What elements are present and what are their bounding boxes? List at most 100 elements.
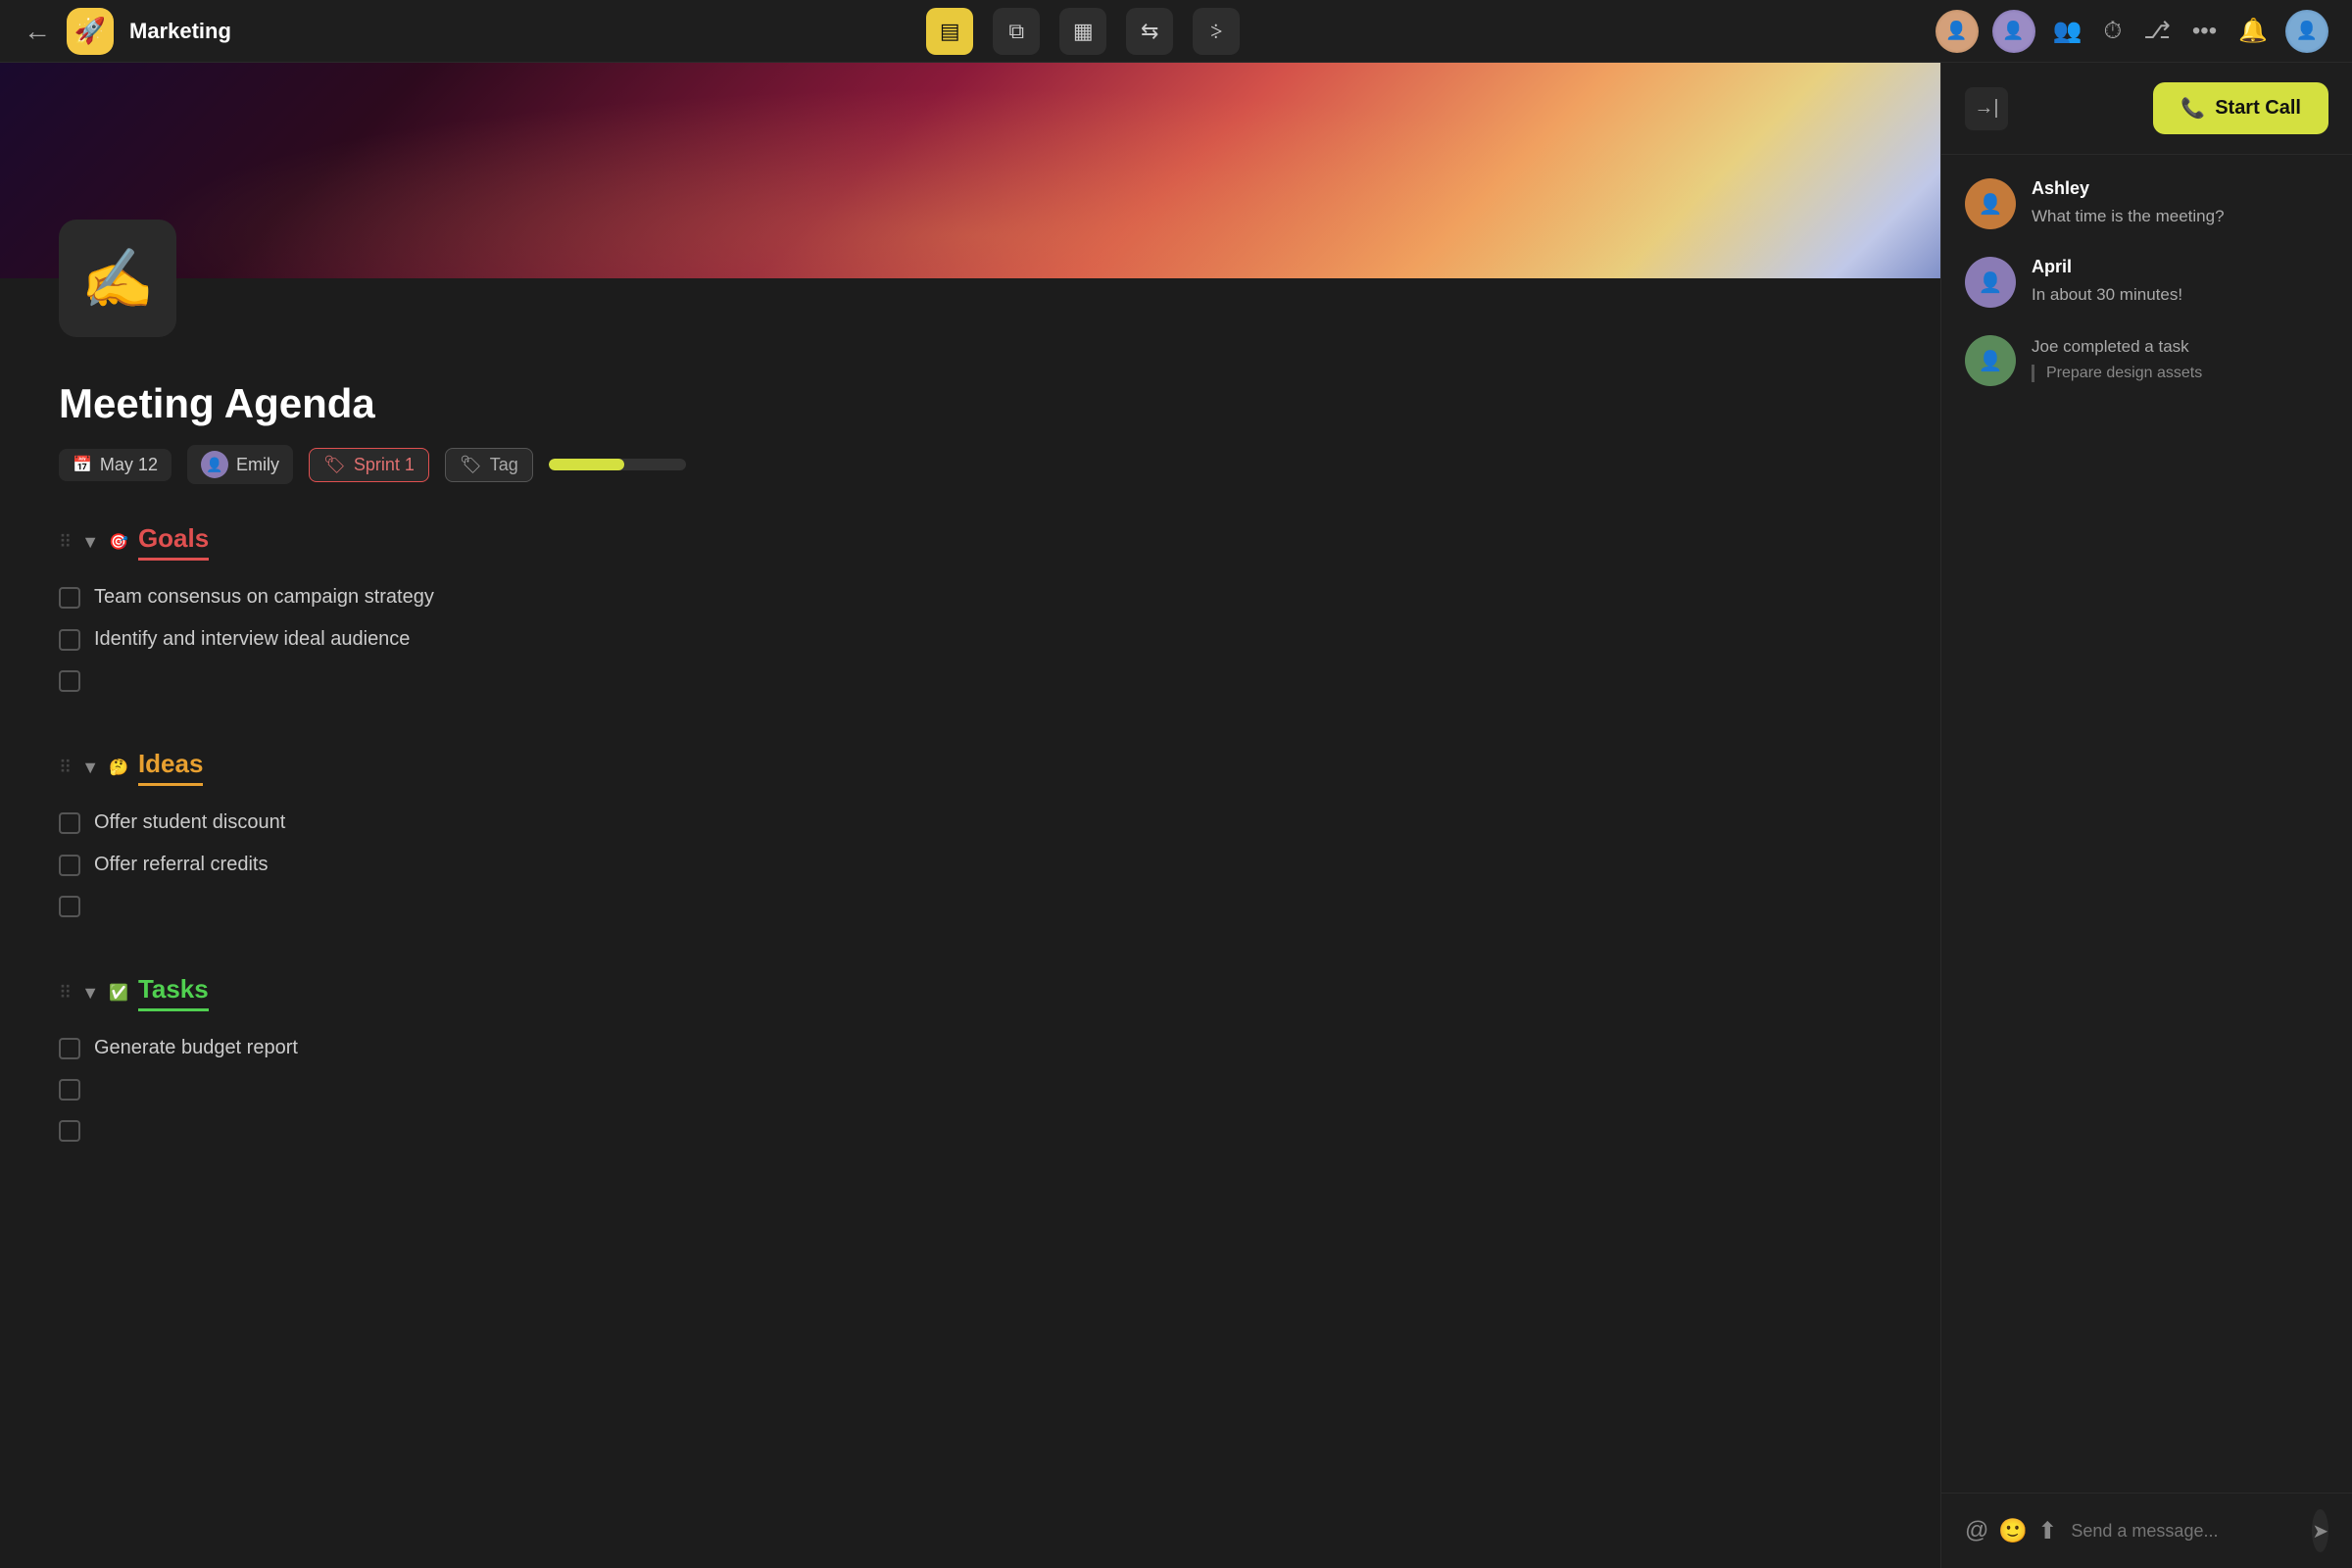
collapse-arrow-icon: →| [1974, 97, 1998, 120]
tag-meta[interactable]: 🏷 Tag [445, 448, 533, 482]
chat-completed-text: Joe completed a task [2032, 337, 2189, 356]
drag-handle-goals[interactable]: ⠿ [59, 532, 72, 553]
task-checkbox-3[interactable] [59, 670, 80, 692]
ideas-emoji: 🤔 [109, 758, 128, 777]
task-item [59, 1069, 1882, 1110]
assignee-meta[interactable]: 👤 Emily [187, 445, 293, 484]
app-title: Marketing [129, 19, 231, 44]
sprint-label: Sprint 1 [354, 455, 415, 475]
task-item: Team consensus on campaign strategy [59, 576, 1882, 618]
chat-topbar: →| 📞 Start Call [1941, 63, 2352, 155]
task-checkbox-5[interactable] [59, 855, 80, 876]
upload-icon[interactable]: ⬆ [2037, 1517, 2057, 1545]
toolbar-grid-view[interactable]: ▦ [1059, 8, 1106, 55]
task-checkbox-7[interactable] [59, 1038, 80, 1059]
section-tasks-header: ⠿ ▼ ✅ Tasks [59, 974, 1882, 1011]
chat-text-ashley: What time is the meeting? [2032, 205, 2328, 228]
chat-input-bar: @ 🙂 ⬆ ➤ [1965, 1509, 2328, 1552]
progress-bar [549, 459, 686, 470]
sprint-icon: 🏷 [323, 455, 346, 475]
chat-sidebar: →| 📞 Start Call 👤 Ashley What time is th… [1940, 63, 2352, 1568]
task-checkbox-1[interactable] [59, 587, 80, 609]
task-label-7: Generate budget report [94, 1037, 298, 1059]
send-icon: ➤ [2312, 1519, 2328, 1544]
start-call-label: Start Call [2215, 97, 2301, 120]
collapse-ideas[interactable]: ▼ [81, 758, 99, 778]
goals-title: Goals [138, 523, 209, 561]
task-item: Offer student discount [59, 802, 1882, 844]
hero-overlay [0, 63, 1940, 278]
current-user-avatar[interactable]: 👤 [2285, 10, 2328, 53]
task-checkbox-2[interactable] [59, 629, 80, 651]
page-content: ✍️ Meeting Agenda 📅 May 12 👤 Emily 🏷 Spr… [0, 63, 1940, 1568]
phone-icon: 📞 [2180, 96, 2205, 121]
drag-handle-ideas[interactable]: ⠿ [59, 758, 72, 778]
branch-icon[interactable]: ⎇ [2139, 13, 2175, 49]
toolbar-list-view[interactable]: ▤ [926, 8, 973, 55]
top-navbar: ← 🚀 Marketing ▤ ⧉ ▦ ⇆ ⸖ 👤 👤 👥 ⏱ ⎇ ••• 🔔 … [0, 0, 2352, 63]
chat-input-field[interactable] [2071, 1513, 2298, 1549]
section-ideas-header: ⠿ ▼ 🤔 Ideas [59, 749, 1882, 786]
task-checkbox-4[interactable] [59, 812, 80, 834]
chat-sender-ashley: Ashley [2032, 178, 2328, 199]
collapse-goals[interactable]: ▼ [81, 532, 99, 553]
goals-emoji: 🎯 [109, 532, 128, 552]
chat-message-body-april: April In about 30 minutes! [2032, 257, 2328, 307]
nav-right-controls: 👤 👤 👥 ⏱ ⎇ ••• 🔔 👤 [1936, 10, 2328, 53]
section-ideas: ⠿ ▼ 🤔 Ideas Offer student discount Offer… [59, 749, 1882, 927]
page-icon: ✍️ [59, 220, 176, 337]
task-label-1: Team consensus on campaign strategy [94, 586, 434, 609]
tasks-emoji: ✅ [109, 983, 128, 1003]
chat-message-ashley: 👤 Ashley What time is the meeting? [1965, 178, 2328, 229]
chat-task-reference: Prepare design assets [2032, 365, 2328, 382]
meta-date: May 12 [100, 455, 158, 475]
chat-message-body-joe: Joe completed a task Prepare design asse… [2032, 335, 2328, 382]
main-layout: ✍️ Meeting Agenda 📅 May 12 👤 Emily 🏷 Spr… [0, 63, 2352, 1568]
avatar-user1: 👤 [1936, 10, 1979, 53]
more-icon[interactable]: ••• [2188, 14, 2221, 49]
chat-message-april: 👤 April In about 30 minutes! [1965, 257, 2328, 308]
sprint-tag[interactable]: 🏷 Sprint 1 [309, 448, 429, 482]
task-label-4: Offer student discount [94, 811, 285, 834]
chat-messages: 👤 Ashley What time is the meeting? 👤 Apr… [1941, 155, 2352, 1493]
notification-icon[interactable]: 🔔 [2234, 13, 2272, 49]
calendar-icon: 📅 [73, 455, 92, 474]
start-call-button[interactable]: 📞 Start Call [2153, 82, 2328, 134]
chat-send-button[interactable]: ➤ [2312, 1509, 2328, 1552]
task-checkbox-9[interactable] [59, 1120, 80, 1142]
app-logo: 🚀 [67, 8, 114, 55]
back-button[interactable]: ← [24, 16, 51, 47]
timer-icon[interactable]: ⏱ [2100, 14, 2127, 49]
drag-handle-tasks[interactable]: ⠿ [59, 983, 72, 1004]
task-item: Offer referral credits [59, 844, 1882, 886]
chat-input-icons: @ 🙂 ⬆ [1965, 1517, 2057, 1545]
chat-avatar-april: 👤 [1965, 257, 2016, 308]
task-checkbox-6[interactable] [59, 896, 80, 917]
task-item: Identify and interview ideal audience [59, 618, 1882, 661]
chat-avatar-joe: 👤 [1965, 335, 2016, 386]
section-tasks: ⠿ ▼ ✅ Tasks Generate budget report [59, 974, 1882, 1152]
add-member-icon[interactable]: 👥 [2049, 13, 2086, 49]
mention-icon[interactable]: @ [1965, 1517, 1988, 1544]
toolbar-network-view[interactable]: ⸖ [1193, 8, 1240, 55]
ideas-title: Ideas [138, 749, 204, 786]
date-meta[interactable]: 📅 May 12 [59, 449, 172, 481]
task-item [59, 886, 1882, 927]
tag-icon: 🏷 [460, 455, 482, 475]
task-item [59, 661, 1882, 702]
collapse-tasks[interactable]: ▼ [81, 983, 99, 1004]
page-body: Meeting Agenda 📅 May 12 👤 Emily 🏷 Sprint… [0, 337, 1940, 1257]
chat-input-area: @ 🙂 ⬆ ➤ [1941, 1493, 2352, 1568]
toolbar-share-view[interactable]: ⇆ [1126, 8, 1173, 55]
chat-message-body-ashley: Ashley What time is the meeting? [2032, 178, 2328, 228]
tasks-title: Tasks [138, 974, 209, 1011]
task-label-2: Identify and interview ideal audience [94, 628, 410, 651]
meta-assignee: Emily [236, 455, 279, 475]
emoji-icon[interactable]: 🙂 [1998, 1517, 2028, 1545]
task-label-5: Offer referral credits [94, 854, 268, 876]
toolbar-split-view[interactable]: ⧉ [993, 8, 1040, 55]
task-checkbox-8[interactable] [59, 1079, 80, 1101]
assignee-avatar: 👤 [201, 451, 228, 478]
chat-collapse-button[interactable]: →| [1965, 87, 2008, 130]
section-goals: ⠿ ▼ 🎯 Goals Team consensus on campaign s… [59, 523, 1882, 702]
